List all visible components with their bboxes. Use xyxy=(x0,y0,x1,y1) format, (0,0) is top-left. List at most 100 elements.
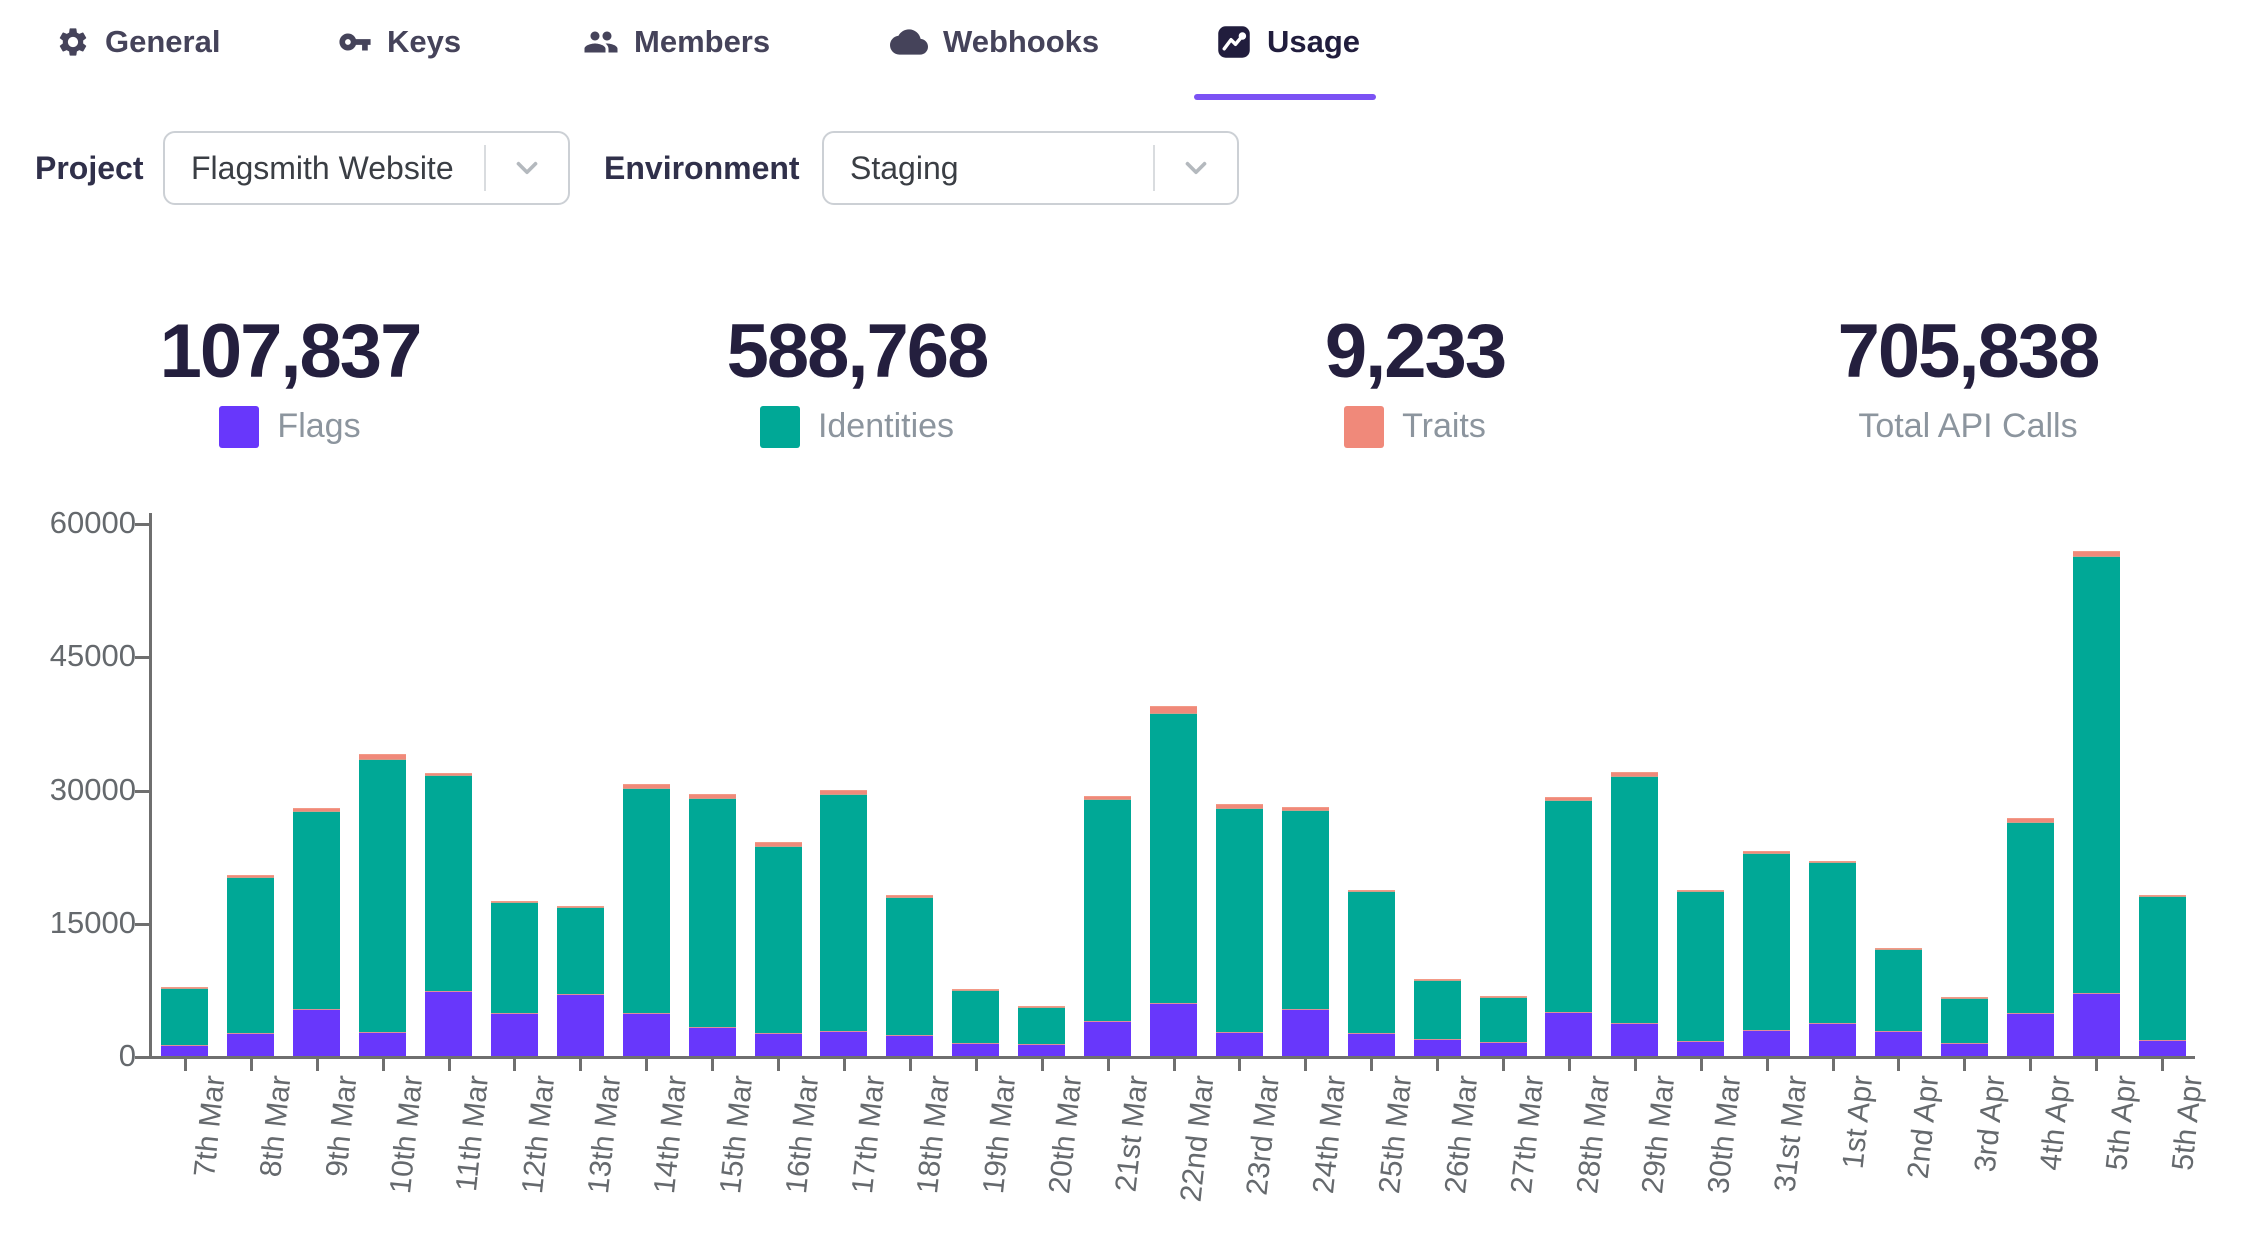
segment-traits xyxy=(1941,997,1988,998)
bar-8th-mar xyxy=(227,875,274,1056)
cloud-icon xyxy=(890,23,928,61)
segment-flags xyxy=(359,1032,406,1056)
bar-24th-mar xyxy=(1282,807,1329,1056)
legend-label: Traits xyxy=(1402,407,1486,446)
segment-identities xyxy=(425,775,472,991)
environment-select[interactable]: Staging xyxy=(822,131,1239,205)
x-axis-label: 14th Mar xyxy=(648,1074,694,1195)
bar-23rd-mar xyxy=(1216,804,1263,1056)
stat-value: 107,837 xyxy=(60,310,520,394)
segment-traits xyxy=(2073,551,2120,556)
segment-traits xyxy=(689,794,736,798)
x-tick-mark xyxy=(909,1059,912,1071)
x-axis-label: 28th Mar xyxy=(1571,1074,1617,1195)
divider xyxy=(1153,145,1155,191)
segment-traits xyxy=(1677,890,1724,891)
segment-identities xyxy=(886,897,933,1035)
segment-traits xyxy=(491,901,538,902)
segment-flags xyxy=(557,994,604,1056)
segment-traits xyxy=(755,842,802,846)
chevron-down-icon[interactable] xyxy=(510,151,544,185)
segment-traits xyxy=(1545,797,1592,800)
tab-general[interactable]: General xyxy=(56,12,220,72)
x-axis-label: 27th Mar xyxy=(1505,1074,1551,1195)
segment-identities xyxy=(755,846,802,1033)
x-tick-mark xyxy=(1766,1059,1769,1071)
segment-flags xyxy=(1282,1009,1329,1056)
segment-traits xyxy=(2139,895,2186,896)
y-tick-mark xyxy=(135,523,149,526)
x-tick-mark xyxy=(645,1059,648,1071)
chevron-down-icon[interactable] xyxy=(1179,151,1213,185)
y-tick-label: 60000 xyxy=(18,505,136,541)
segment-flags xyxy=(491,1013,538,1056)
segment-traits xyxy=(227,875,274,877)
x-axis-label: 13th Mar xyxy=(582,1074,628,1195)
segment-identities xyxy=(1414,980,1461,1040)
bar-27th-mar xyxy=(1480,996,1527,1056)
segment-flags xyxy=(1875,1031,1922,1056)
x-tick-mark xyxy=(2161,1059,2164,1071)
bar-15th-mar xyxy=(689,794,736,1056)
tab-members[interactable]: Members xyxy=(583,12,770,72)
segment-traits xyxy=(1611,772,1658,776)
x-axis-line xyxy=(149,1056,2195,1059)
segment-flags xyxy=(2007,1013,2054,1057)
segment-identities xyxy=(1743,853,1790,1031)
divider xyxy=(484,145,486,191)
x-tick-mark xyxy=(513,1059,516,1071)
project-label: Project xyxy=(35,131,143,205)
legend-swatch-flags xyxy=(219,406,259,448)
segment-flags xyxy=(1611,1023,1658,1056)
bar-26th-mar xyxy=(1414,979,1461,1056)
tab-label: Usage xyxy=(1267,24,1360,60)
y-tick-label: 0 xyxy=(18,1038,136,1074)
tab-usage[interactable]: Usage xyxy=(1216,12,1360,72)
segment-identities xyxy=(623,788,670,1014)
stat-value: 9,233 xyxy=(1185,310,1645,394)
x-axis-label: 5th Apr xyxy=(2166,1074,2210,1172)
bar-10th-mar xyxy=(359,754,406,1056)
segment-flags xyxy=(755,1033,802,1056)
stat-value: 705,838 xyxy=(1738,310,2198,394)
x-tick-mark xyxy=(382,1059,385,1071)
project-select[interactable]: Flagsmith Website xyxy=(163,131,570,205)
bar-9th-mar xyxy=(293,808,340,1056)
bar-18th-mar xyxy=(886,895,933,1056)
segment-flags xyxy=(2139,1040,2186,1056)
x-tick-mark xyxy=(843,1059,846,1071)
segment-identities xyxy=(1018,1007,1065,1043)
segment-identities xyxy=(2139,896,2186,1040)
bar-31st-mar xyxy=(1743,851,1790,1056)
segment-traits xyxy=(820,790,867,794)
x-tick-mark xyxy=(975,1059,978,1071)
x-tick-mark xyxy=(1238,1059,1241,1071)
segment-traits xyxy=(1743,851,1790,853)
bar-21st-mar xyxy=(1084,796,1131,1056)
x-tick-mark xyxy=(1304,1059,1307,1071)
y-tick-label: 30000 xyxy=(18,772,136,808)
segment-flags xyxy=(1348,1033,1395,1056)
members-icon xyxy=(583,24,619,60)
bar-2nd-apr xyxy=(1875,948,1922,1056)
segment-traits xyxy=(557,906,604,907)
x-tick-mark xyxy=(1502,1059,1505,1071)
x-axis-label: 20th Mar xyxy=(1043,1074,1089,1195)
tab-keys[interactable]: Keys xyxy=(338,12,461,72)
segment-flags xyxy=(293,1009,340,1056)
bar-14th-mar xyxy=(623,784,670,1056)
bar-12th-mar xyxy=(491,901,538,1056)
x-tick-mark xyxy=(2029,1059,2032,1071)
segment-traits xyxy=(161,987,208,988)
segment-traits xyxy=(293,808,340,811)
segment-flags xyxy=(1414,1039,1461,1056)
tab-webhooks[interactable]: Webhooks xyxy=(890,12,1099,72)
segment-identities xyxy=(1348,891,1395,1033)
bar-4th-apr xyxy=(2007,818,2054,1056)
segment-identities xyxy=(161,988,208,1045)
segment-flags xyxy=(1743,1030,1790,1056)
bar-28th-mar xyxy=(1545,797,1592,1056)
environment-select-value: Staging xyxy=(850,133,959,203)
y-tick-mark xyxy=(135,1056,149,1059)
y-tick-mark xyxy=(135,923,149,926)
